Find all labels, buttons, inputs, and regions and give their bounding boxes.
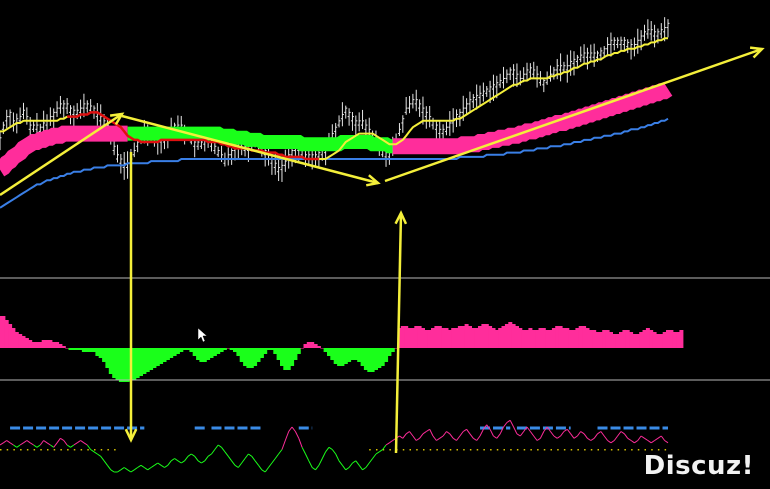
chart-background — [0, 0, 770, 489]
histogram-bar — [216, 348, 221, 354]
zero-line-dot — [20, 449, 22, 451]
zero-line-dot — [80, 449, 83, 451]
zero-line-dot — [100, 449, 103, 451]
zero-line-dot — [530, 449, 532, 451]
zero-line-dot — [456, 449, 458, 451]
histogram-bar — [14, 332, 19, 348]
zero-line-dot — [476, 449, 479, 451]
zero-line-dot — [543, 449, 546, 451]
zero-line-dot — [13, 449, 15, 451]
zero-line-dot — [584, 449, 586, 451]
zero-line-dot — [523, 449, 526, 451]
zero-line-dot — [624, 449, 626, 451]
zero-line-dot — [469, 449, 472, 451]
zero-line-dot — [597, 449, 599, 451]
zero-line-dot — [550, 449, 552, 451]
trading-chart — [0, 0, 770, 489]
histogram-bar — [330, 348, 335, 360]
zero-line-dot — [87, 449, 89, 451]
histogram-bar — [199, 348, 204, 362]
zero-line-dot — [443, 449, 445, 451]
zero-line-dot — [503, 449, 505, 451]
histogram-bar — [152, 348, 157, 368]
histogram-bar — [447, 330, 452, 348]
zero-line-dot — [60, 449, 62, 451]
zero-line-dot — [47, 449, 49, 451]
zero-line-dot — [463, 449, 465, 451]
zero-line-dot — [26, 449, 29, 451]
zero-line-dot — [369, 449, 371, 451]
zero-line-dot — [67, 449, 69, 451]
histogram-bar — [239, 348, 244, 362]
histogram-bar — [494, 330, 499, 348]
zero-line-dot — [617, 449, 620, 451]
zero-line-dot — [436, 449, 438, 451]
zero-line-dot — [604, 449, 606, 451]
zero-line-dot — [40, 449, 42, 451]
histogram-bar — [679, 330, 684, 348]
zero-line-dot — [114, 449, 116, 451]
zero-line-dot — [376, 449, 378, 451]
zero-line-dot — [510, 449, 512, 451]
zero-line-dot — [389, 449, 391, 451]
histogram-bar — [4, 320, 9, 348]
zero-line-dot — [53, 449, 56, 451]
zero-line-dot — [557, 449, 559, 451]
zero-line-dot — [33, 449, 36, 451]
histogram-bar — [353, 348, 358, 360]
histogram-bar — [11, 328, 16, 348]
histogram-bar — [424, 330, 429, 348]
zero-line-dot — [0, 449, 2, 451]
histogram-bar — [175, 348, 180, 354]
histogram-bar — [283, 348, 288, 370]
histogram-bar — [306, 342, 311, 348]
zero-line-dot — [483, 449, 485, 451]
histogram-bar — [145, 348, 150, 372]
watermark: Discuz! — [643, 451, 754, 481]
zero-line-dot — [637, 449, 640, 451]
zero-line-dot — [94, 449, 96, 451]
zero-line-dot — [577, 449, 579, 451]
zero-line-dot — [496, 449, 499, 451]
zero-line-dot — [449, 449, 452, 451]
histogram-bar — [222, 348, 227, 350]
zero-line-dot — [107, 449, 109, 451]
zero-line-dot — [563, 449, 566, 451]
zero-line-dot — [416, 449, 418, 451]
histogram-bar — [390, 348, 395, 352]
zero-line-dot — [516, 449, 519, 451]
zero-line-dot — [490, 449, 492, 451]
zero-line-dot — [423, 449, 425, 451]
zero-line-dot — [6, 449, 9, 451]
zero-line-dot — [631, 449, 633, 451]
histogram-bar — [296, 348, 301, 354]
histogram-bar — [471, 328, 476, 348]
zero-line-dot — [429, 449, 432, 451]
histogram-bar — [192, 348, 197, 356]
zero-line-dot — [409, 449, 411, 451]
zero-line-dot — [73, 449, 76, 451]
zero-line-dot — [570, 449, 573, 451]
zero-line-dot — [610, 449, 613, 451]
histogram-bar — [61, 346, 66, 348]
zero-line-dot — [402, 449, 405, 451]
histogram-bar — [400, 326, 405, 348]
histogram-bar — [300, 348, 305, 349]
histogram-bar — [169, 348, 174, 358]
zero-line-dot — [537, 449, 539, 451]
zero-line-dot — [590, 449, 593, 451]
histogram-bar — [246, 348, 251, 368]
histogram-bar — [377, 348, 382, 368]
histogram-bar — [316, 346, 321, 348]
